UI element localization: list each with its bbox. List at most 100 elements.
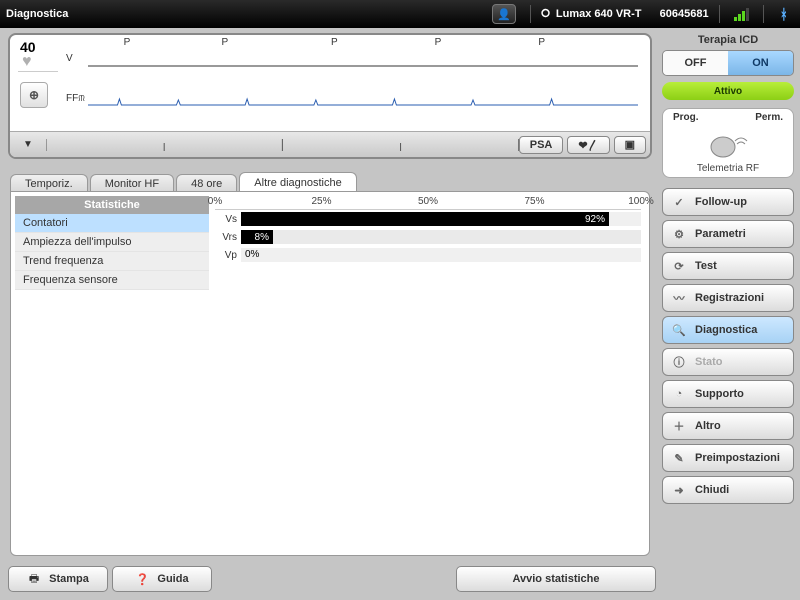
ecg-trace-area: P P P P P V FFᙏ	[66, 37, 642, 127]
nav-chiudi[interactable]: ➜ Chiudi	[662, 476, 794, 504]
therapy-toggle[interactable]: OFF ON	[662, 50, 794, 76]
signal-icon	[734, 7, 749, 21]
bar-label: Vs	[215, 214, 241, 225]
bar-label: Vrs	[215, 232, 241, 243]
nav-label: Registrazioni	[695, 292, 764, 304]
side-item[interactable]: Frequenza sensore	[15, 271, 209, 290]
telemetry-icon	[663, 127, 793, 161]
lead2-label: FFᙏ	[66, 93, 85, 104]
stato-icon: ⓘ	[671, 354, 687, 370]
nav-label: Chiudi	[695, 484, 729, 496]
bluetooth-icon: ᚼ	[780, 6, 788, 22]
nav-diagnostica[interactable]: 🔍 Diagnostica	[662, 316, 794, 344]
ecg-menu-arrow[interactable]: ▼	[10, 139, 46, 150]
registrazioni-icon: 〰	[671, 290, 687, 306]
top-bar: Diagnostica 👤 ⭘ Lumax 640 VR-T 60645681 …	[0, 0, 800, 28]
bar-fill: 92%	[241, 212, 609, 226]
nav-stato: ⓘ Stato	[662, 348, 794, 376]
bar-row: Vrs8%	[215, 228, 641, 246]
parametri-icon: ⚙	[671, 226, 687, 242]
tab-monitor-hf[interactable]: Monitor HF	[90, 174, 174, 192]
altro-icon: ＋	[671, 418, 687, 434]
device-ring-icon: ⭘	[541, 8, 550, 21]
device-info: ⭘ Lumax 640 VR-T 60645681	[541, 8, 708, 21]
patient-icon[interactable]: 👤	[492, 4, 516, 24]
nav-altro[interactable]: ＋ Altro	[662, 412, 794, 440]
tab-48-ore[interactable]: 48 ore	[176, 174, 237, 192]
heart-icon: ♥	[14, 55, 62, 69]
bar-track: 8%	[241, 230, 641, 244]
preimpostazioni-icon: ✎	[671, 450, 687, 466]
chart-axis: 0%25%50%75%100%	[215, 196, 641, 210]
device-serial: 60645681	[660, 8, 709, 20]
chart-tick: 50%	[418, 196, 438, 207]
print-button[interactable]: 🖶Stampa	[8, 566, 108, 592]
test-icon: ⟳	[671, 258, 687, 274]
printer-icon: 🖶	[27, 572, 41, 586]
zoom-button[interactable]: ⊕	[20, 82, 48, 108]
tab-temporiz-[interactable]: Temporiz.	[10, 174, 88, 192]
chart-tick: 100%	[628, 196, 654, 207]
trace-2	[88, 87, 638, 117]
diagnostics-tabs: Temporiz.Monitor HF48 oreAltre diagnosti…	[10, 168, 650, 192]
bar-value: 0%	[245, 248, 259, 262]
ecg-marker: P	[435, 37, 442, 48]
nav-preimpostazioni[interactable]: ✎ Preimpostazioni	[662, 444, 794, 472]
telemetry-card[interactable]: Prog. Perm. Telemetria RF	[662, 108, 794, 178]
tab-altre-diagnostiche[interactable]: Altre diagnostiche	[239, 172, 356, 192]
ecg-time-ruler	[46, 135, 519, 155]
stats-chart: 0%25%50%75%100% Vs92%Vrs8%Vp0%	[215, 196, 641, 276]
nav-parametri[interactable]: ⚙Parametri	[662, 220, 794, 248]
psa-button[interactable]: PSA	[519, 136, 564, 154]
action-bar: 🖶Stampa ❓Guida Avvio statistiche	[8, 564, 656, 594]
nav-label: Diagnostica	[695, 324, 757, 336]
telem-perm: Perm.	[755, 112, 783, 123]
chiudi-icon: ➜	[671, 482, 687, 498]
nav-test[interactable]: ⟳ Test	[662, 252, 794, 280]
therapy-on[interactable]: ON	[728, 51, 793, 75]
ecg-marker: P	[331, 37, 338, 48]
lead1-label: V	[66, 53, 73, 64]
ecg-marker: P	[124, 37, 131, 48]
therapy-off[interactable]: OFF	[663, 51, 728, 75]
telemetry-label: Telemetria RF	[663, 163, 793, 174]
snapshot-button[interactable]: ▣	[614, 136, 646, 154]
bar-fill: 8%	[241, 230, 273, 244]
therapy-title: Terapia ICD	[660, 30, 796, 50]
nav-label: Supporto	[695, 388, 744, 400]
ecg-toolbar: ▼ PSA ❤︎〳 ▣	[10, 131, 650, 157]
nav-label: Stato	[695, 356, 723, 368]
vitals-icon-button[interactable]: ❤︎〳	[567, 136, 609, 154]
bar-label: Vp	[215, 250, 241, 261]
nav-label: Altro	[695, 420, 721, 432]
bar-row: Vs92%	[215, 210, 641, 228]
ecg-panel: 40 ♥ ⊕ PPPPP V FFᙏ ▼ PSA ❤︎〳 ▣	[8, 33, 652, 159]
start-stats-button[interactable]: Avvio statistiche	[456, 566, 656, 592]
diagnostica-icon: 🔍	[671, 322, 687, 338]
ecg-marker: P	[538, 37, 545, 48]
help-button[interactable]: ❓Guida	[112, 566, 212, 592]
follow-up-icon: ✓	[671, 194, 687, 210]
stats-header: Statistiche	[15, 196, 209, 214]
nav-label: Preimpostazioni	[695, 452, 780, 464]
side-item[interactable]: Contatori	[15, 214, 209, 233]
nav-registrazioni[interactable]: 〰 Registrazioni	[662, 284, 794, 312]
nav-label: Test	[695, 260, 717, 272]
content-panel: Statistiche ContatoriAmpiezza dell'impul…	[10, 191, 650, 556]
help-icon: ❓	[135, 572, 149, 586]
therapy-status: Attivo	[662, 82, 794, 100]
telem-prog: Prog.	[673, 112, 699, 123]
stats-side-panel: Statistiche ContatoriAmpiezza dell'impul…	[15, 196, 209, 290]
page-title: Diagnostica	[6, 8, 68, 20]
bar-row: Vp 0%	[215, 246, 641, 264]
ecg-marker: P	[222, 37, 229, 48]
nav-follow-up[interactable]: ✓ Follow-up	[662, 188, 794, 216]
chart-tick: 0%	[208, 196, 222, 207]
nav-label: Follow-up	[695, 196, 747, 208]
side-item[interactable]: Trend frequenza	[15, 252, 209, 271]
right-column: Terapia ICD OFF ON Attivo Prog. Perm. Tel…	[660, 30, 796, 598]
nav-supporto[interactable]: ◔Supporto	[662, 380, 794, 408]
side-item[interactable]: Ampiezza dell'impulso	[15, 233, 209, 252]
chart-tick: 25%	[311, 196, 331, 207]
bar-track: 0%	[241, 248, 641, 262]
